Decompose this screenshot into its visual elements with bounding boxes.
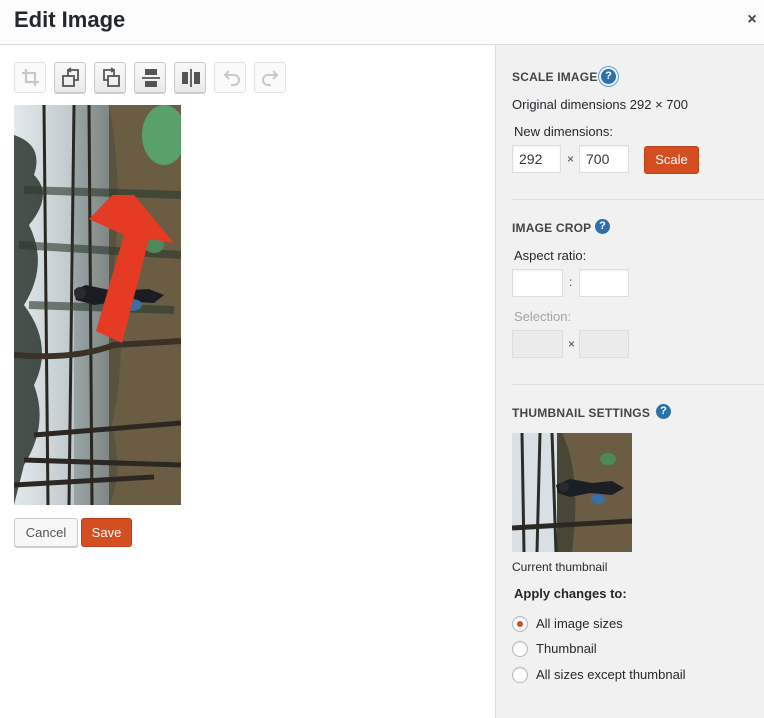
undo-button[interactable] <box>214 62 246 93</box>
flip-vertical-button[interactable] <box>134 62 166 93</box>
radio-label: All image sizes <box>536 616 623 631</box>
redo-icon <box>262 70 279 86</box>
dialog-title: Edit Image <box>14 7 126 32</box>
scale-image-heading: SCALE IMAGE <box>512 70 598 84</box>
scale-height-input[interactable] <box>579 145 629 173</box>
current-thumbnail-image <box>512 433 632 552</box>
crop-help-icon[interactable]: ? <box>595 219 610 234</box>
thumbnail-settings-heading: THUMBNAIL SETTINGS <box>512 406 651 420</box>
red-arrow-icon <box>89 195 174 343</box>
settings-sidebar: SCALE IMAGE ? Original dimensions 292 × … <box>495 45 764 718</box>
original-dimensions: Original dimensions 292 × 700 <box>512 97 688 112</box>
save-button[interactable]: Save <box>81 518 132 547</box>
close-button[interactable]: × <box>742 10 762 30</box>
undo-icon <box>223 70 240 86</box>
aspect-ratio-label: Aspect ratio: <box>514 248 587 263</box>
aspect-width-input[interactable] <box>512 269 563 297</box>
image-crop-heading: IMAGE CROP <box>512 221 592 235</box>
flip-vertical-icon <box>142 69 160 87</box>
scale-button[interactable]: Scale <box>644 146 699 174</box>
selection-width-input <box>512 330 563 358</box>
flip-horizontal-icon <box>182 69 200 87</box>
thumbnail-photo <box>512 433 632 552</box>
scale-width-input[interactable] <box>512 145 561 173</box>
thumbnail-help-icon[interactable]: ? <box>656 404 671 419</box>
aspect-height-input[interactable] <box>579 269 629 297</box>
radio-label: Thumbnail <box>536 641 597 656</box>
divider <box>512 384 764 385</box>
apply-changes-label: Apply changes to: <box>514 586 627 601</box>
radio-button[interactable] <box>512 667 528 683</box>
scale-separator: × <box>567 152 575 166</box>
rotate-right-button[interactable] <box>94 62 126 93</box>
selection-separator: × <box>568 337 576 351</box>
crop-button[interactable] <box>14 62 46 93</box>
thumbnail-caption: Current thumbnail <box>512 560 608 574</box>
selection-height-input <box>579 330 629 358</box>
rotate-left-button[interactable] <box>54 62 86 93</box>
scale-help-icon[interactable]: ? <box>601 69 616 84</box>
dialog-header: Edit Image × <box>0 0 764 45</box>
rotate-right-icon <box>103 67 120 87</box>
cancel-button[interactable]: Cancel <box>14 518 78 547</box>
radio-button[interactable] <box>512 641 528 657</box>
radio-label: All sizes except thumbnail <box>536 667 686 682</box>
divider <box>512 199 764 200</box>
rotate-left-icon <box>62 67 79 87</box>
image-preview <box>14 105 181 505</box>
radio-button[interactable] <box>512 616 528 632</box>
aspect-separator: : <box>569 275 573 289</box>
new-dimensions-label: New dimensions: <box>514 124 613 139</box>
redo-button[interactable] <box>254 62 286 93</box>
flip-horizontal-button[interactable] <box>174 62 206 93</box>
crop-icon <box>22 69 39 86</box>
close-icon: × <box>747 11 757 28</box>
selection-label: Selection: <box>514 309 572 324</box>
